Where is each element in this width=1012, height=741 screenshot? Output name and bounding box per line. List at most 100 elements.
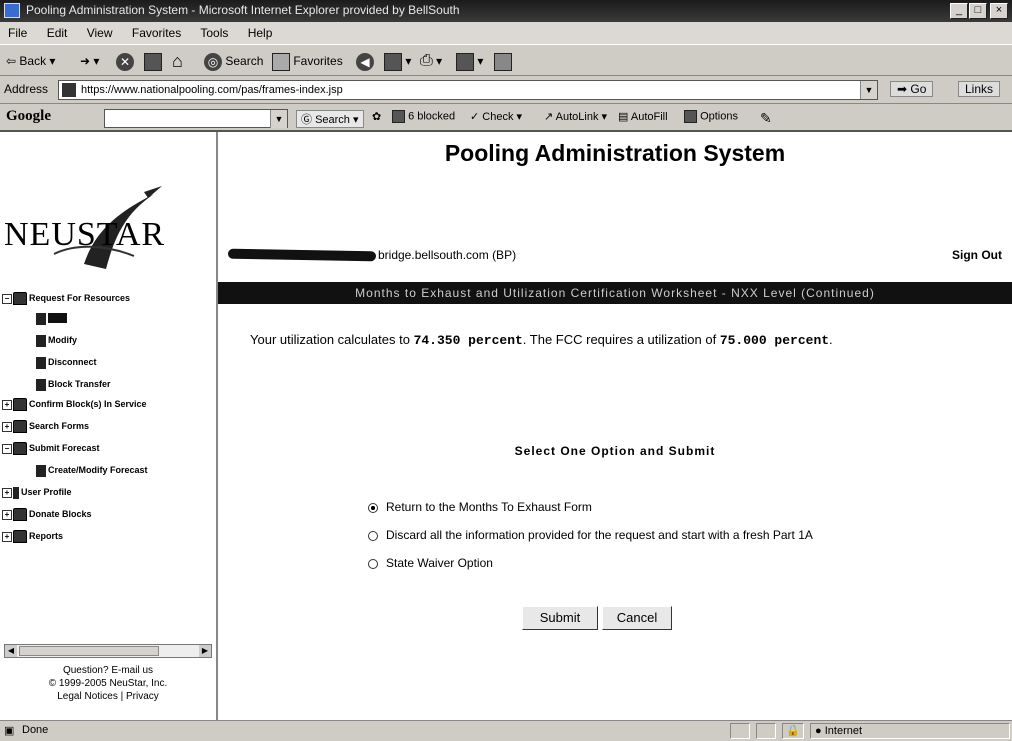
edit-button[interactable]: ▾: [456, 51, 483, 71]
status-panel: [756, 723, 776, 739]
refresh-button[interactable]: [144, 51, 162, 71]
folder-icon: [13, 420, 27, 434]
expand-icon[interactable]: +: [2, 531, 12, 542]
content-frame: Pooling Administration System bridge.bel…: [218, 132, 1012, 720]
folder-icon: [13, 508, 27, 522]
refresh-icon: [144, 52, 162, 71]
menu-edit[interactable]: Edit: [47, 26, 68, 40]
tree-item-confirm-blocks[interactable]: + Confirm Block(s) In Service: [2, 396, 147, 412]
collapse-icon[interactable]: −: [2, 443, 12, 454]
pagerank-icon[interactable]: ✿: [372, 110, 381, 123]
fcc-required-value: 75.000 percent: [719, 333, 830, 348]
links-button[interactable]: Links: [958, 81, 1001, 97]
print-button[interactable]: ⎙ ▾: [420, 51, 442, 71]
menu-view[interactable]: View: [87, 26, 113, 40]
address-input[interactable]: https://www.nationalpooling.com/pas/fram…: [58, 80, 878, 100]
scrollbar-thumb[interactable]: [19, 646, 159, 656]
tree-item-disconnect[interactable]: Disconnect: [36, 354, 97, 370]
google-toolbar: Google ▼ Ⓖ Search ▾ ✿ 6 blocked ✓ Check …: [0, 104, 1012, 132]
history-icon: [384, 52, 402, 71]
scroll-left-icon[interactable]: ◀: [5, 645, 17, 657]
user-info-bar: bridge.bellsouth.com (BP) Sign Out: [227, 246, 1002, 266]
radio-button[interactable]: [368, 558, 378, 569]
stop-button[interactable]: ✕: [116, 51, 134, 71]
radio-button-selected[interactable]: [368, 502, 378, 513]
popup-blocker-button[interactable]: 6 blocked: [392, 110, 455, 123]
document-icon: [36, 378, 46, 391]
tree-item-block-transfer[interactable]: Block Transfer: [36, 376, 111, 392]
autofill-button[interactable]: ▤ AutoFill: [618, 110, 668, 123]
sidebar-horizontal-scrollbar[interactable]: ◀ ▶: [4, 644, 212, 658]
media-button[interactable]: ◀: [356, 51, 374, 71]
options-button[interactable]: Options: [684, 110, 738, 123]
highlight-pen-icon[interactable]: ✎: [760, 110, 772, 127]
cancel-button[interactable]: Cancel: [602, 606, 672, 630]
tree-item-submit-forecast[interactable]: − Submit Forecast: [2, 440, 100, 456]
expand-icon[interactable]: +: [2, 487, 12, 498]
history-button[interactable]: ▾: [384, 51, 411, 71]
check-icon: ✓: [470, 111, 480, 123]
radio-button[interactable]: [368, 530, 378, 541]
document-icon: [36, 356, 46, 369]
option-state-waiver[interactable]: State Waiver Option: [368, 556, 493, 570]
tree-item-request-for-resources[interactable]: − Request For Resources: [2, 290, 130, 306]
go-arrow-icon: ➡: [897, 82, 908, 96]
address-dropdown-icon[interactable]: ▼: [860, 81, 877, 99]
close-button[interactable]: ×: [990, 3, 1008, 19]
user-icon: [13, 486, 19, 499]
collapse-icon[interactable]: −: [2, 293, 12, 304]
menu-favorites[interactable]: Favorites: [132, 26, 181, 40]
window-title: Pooling Administration System - Microsof…: [26, 3, 460, 17]
tree-item-modify[interactable]: Modify: [36, 332, 77, 348]
address-label: Address: [4, 82, 49, 96]
tree-item-new[interactable]: New: [36, 310, 67, 326]
google-search-input[interactable]: ▼: [104, 109, 288, 128]
messenger-button[interactable]: [494, 51, 512, 71]
utilization-message: Your utilization calculates to 74.350 pe…: [250, 332, 833, 348]
tree-item-create-modify-forecast[interactable]: Create/Modify Forecast: [36, 462, 148, 478]
page-title: Pooling Administration System: [444, 140, 786, 166]
sign-out-link[interactable]: Sign Out: [952, 248, 1002, 262]
back-arrow-icon: ⇦: [6, 54, 17, 68]
home-button[interactable]: ⌂: [172, 51, 183, 71]
maximize-button[interactable]: □: [969, 3, 987, 19]
legal-privacy-links[interactable]: Legal Notices | Privacy: [0, 690, 216, 703]
media-icon: ◀: [356, 52, 374, 71]
option-return-form[interactable]: Return to the Months To Exhaust Form: [368, 500, 592, 514]
expand-icon[interactable]: +: [2, 421, 12, 432]
tree-item-reports[interactable]: + Reports: [2, 528, 63, 544]
menu-help[interactable]: Help: [248, 26, 273, 40]
spell-check-button[interactable]: ✓ Check ▾: [470, 110, 522, 123]
select-option-heading: Select One Option and Submit: [514, 444, 716, 458]
messenger-icon: [494, 52, 512, 71]
minimize-button[interactable]: _: [950, 3, 968, 19]
search-button[interactable]: ◎ Search: [204, 51, 263, 71]
menu-file[interactable]: File: [8, 26, 27, 40]
forward-button[interactable]: ➜ ▾: [80, 51, 99, 71]
tree-item-donate-blocks[interactable]: + Donate Blocks: [2, 506, 92, 522]
google-search-button[interactable]: Ⓖ Search ▾: [296, 110, 364, 128]
contact-email-link[interactable]: Question? E-mail us: [0, 664, 216, 677]
status-text: Done: [22, 724, 49, 736]
tree-item-search-forms[interactable]: + Search Forms: [2, 418, 89, 434]
option-discard-information[interactable]: Discard all the information provided for…: [368, 528, 813, 542]
popup-blocker-icon: [392, 110, 405, 123]
expand-icon[interactable]: +: [2, 399, 12, 410]
user-email: bridge.bellsouth.com (BP): [378, 248, 517, 262]
back-button[interactable]: ⇦ Back ▾: [6, 51, 55, 71]
favorites-button[interactable]: Favorites: [272, 51, 343, 71]
utilization-value: 74.350 percent: [413, 333, 523, 348]
scroll-right-icon[interactable]: ▶: [199, 645, 211, 657]
google-dropdown-icon[interactable]: ▼: [270, 110, 287, 128]
submit-button[interactable]: Submit: [522, 606, 598, 630]
tree-item-user-profile[interactable]: + User Profile: [2, 484, 72, 500]
google-logo[interactable]: Google: [6, 108, 51, 125]
copyright-text: © 1999-2005 NeuStar, Inc.: [48, 678, 168, 689]
document-icon: [36, 464, 46, 477]
lock-icon: 🔒: [782, 723, 804, 739]
stop-icon: ✕: [116, 52, 134, 71]
autolink-button[interactable]: ↗ AutoLink ▾: [544, 110, 607, 123]
menu-tools[interactable]: Tools: [200, 26, 228, 40]
expand-icon[interactable]: +: [2, 509, 12, 520]
go-button[interactable]: ➡ Go: [890, 81, 934, 97]
